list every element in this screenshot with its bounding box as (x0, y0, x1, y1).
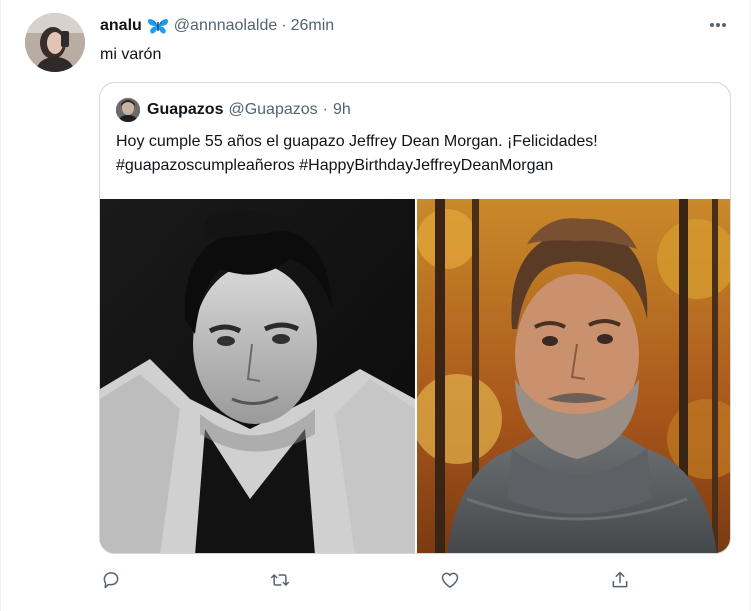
quoted-tweet[interactable]: Guapazos @Guapazos · 9h Hoy cumple 55 añ… (99, 82, 731, 554)
more-options-button[interactable] (706, 15, 730, 35)
share-button[interactable] (608, 568, 632, 592)
retweet-button[interactable] (268, 568, 292, 592)
media-grid (100, 199, 730, 553)
tweet-text: mi varón (100, 46, 162, 63)
quoted-author-avatar[interactable] (116, 98, 140, 122)
more-horizontal-icon (710, 23, 726, 27)
like-icon (441, 572, 459, 588)
author-name[interactable]: analu (100, 17, 142, 35)
tweet-time[interactable]: 26min (291, 17, 335, 35)
quoted-text-line-1: Hoy cumple 55 años el guapazo Jeffrey De… (116, 133, 598, 150)
tweet-actions (99, 568, 659, 592)
quoted-separator-dot: · (322, 101, 328, 118)
tweet-header: analu @annnaolalde · 26min (100, 15, 334, 37)
reply-button[interactable] (99, 568, 123, 592)
photo-black-and-white-portrait[interactable] (100, 199, 415, 553)
retweet-icon (270, 574, 290, 586)
reply-icon (103, 572, 119, 589)
quoted-tweet-time[interactable]: 9h (333, 101, 351, 119)
separator-dot: · (281, 17, 287, 34)
author-avatar[interactable] (25, 13, 85, 72)
quoted-tweet-header: Guapazos @Guapazos · 9h (116, 98, 351, 122)
tweet-card[interactable]: analu @annnaolalde · 26min mi varón Guap… (0, 0, 751, 611)
butterfly-icon (146, 16, 170, 36)
quoted-text-line-2: #guapazoscumpleañeros #HappyBirthdayJeff… (116, 157, 554, 174)
like-button[interactable] (438, 568, 462, 592)
photo-autumn-portrait[interactable] (417, 199, 730, 553)
quoted-tweet-text: Hoy cumple 55 años el guapazo Jeffrey De… (116, 130, 716, 178)
quoted-author-handle[interactable]: @Guapazos (228, 101, 317, 119)
share-icon (612, 571, 628, 588)
author-handle[interactable]: @annnaolalde (174, 17, 277, 35)
quoted-author-name[interactable]: Guapazos (147, 101, 223, 119)
